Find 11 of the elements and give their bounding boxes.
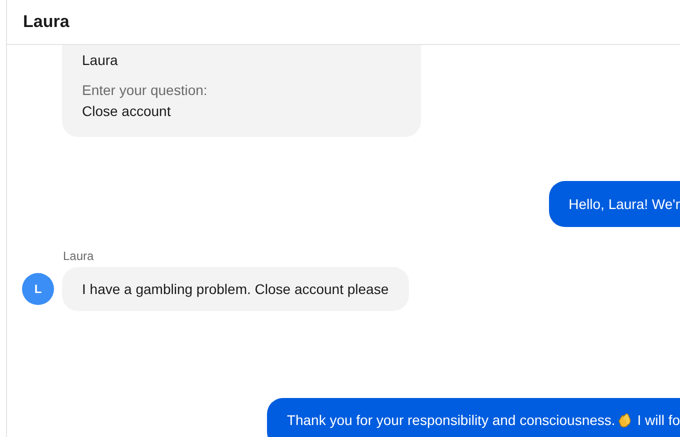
sender-name: Laura <box>63 249 95 263</box>
message-text: Hello, Laura! We'r <box>568 196 680 212</box>
message-text: I will fo <box>636 412 680 428</box>
chat-title: Laura <box>23 12 70 32</box>
field-label: Enter your question: <box>82 82 208 98</box>
field-value: Close account <box>82 103 172 119</box>
message-text: Thank you for your responsibility and consciousness. <box>286 412 616 428</box>
avatar: L <box>22 273 54 305</box>
field-value: Laura <box>82 52 119 68</box>
clapping-hands-icon <box>616 412 632 428</box>
message-text: I have a gambling problem. Close account please <box>82 281 389 297</box>
